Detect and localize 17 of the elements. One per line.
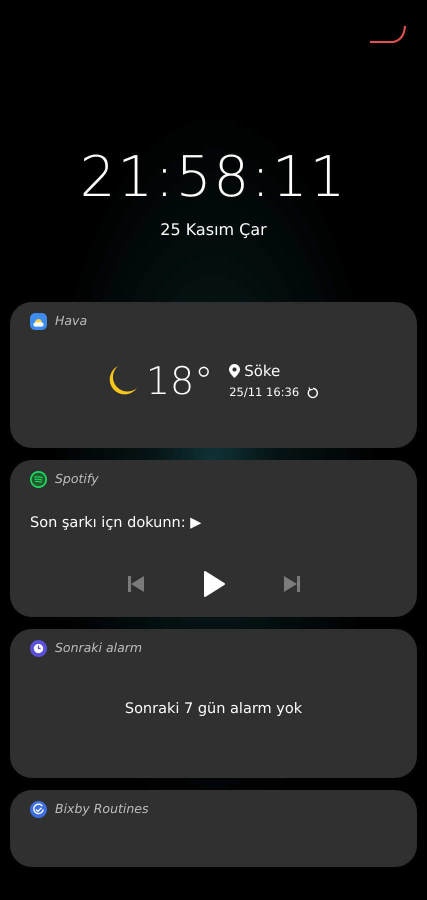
track-prompt: Son şarkı içn dokunn: ▶ bbox=[30, 514, 202, 533]
updated-time: 25/11 16:36 bbox=[229, 384, 300, 401]
app-name: Hava bbox=[55, 312, 88, 330]
app-name: Bixby Routines bbox=[55, 800, 149, 818]
app-name: Sonraki alarm bbox=[55, 639, 142, 657]
app-name: Spotify bbox=[55, 470, 99, 488]
check-circle-icon bbox=[30, 800, 47, 818]
arc-icon bbox=[368, 24, 408, 44]
clock-time: 21:58:11 bbox=[78, 150, 348, 206]
clock-icon bbox=[30, 640, 47, 657]
temperature: 18° bbox=[146, 362, 214, 400]
location-text: Söke bbox=[244, 361, 280, 382]
date-text: 25 Kasım Çar bbox=[159, 219, 268, 241]
weather-app-icon bbox=[30, 312, 47, 330]
music-app-icon bbox=[30, 470, 47, 488]
location-pin-icon bbox=[229, 364, 240, 378]
alarm-message: Sonraki 7 gün alarm yok bbox=[124, 700, 302, 719]
